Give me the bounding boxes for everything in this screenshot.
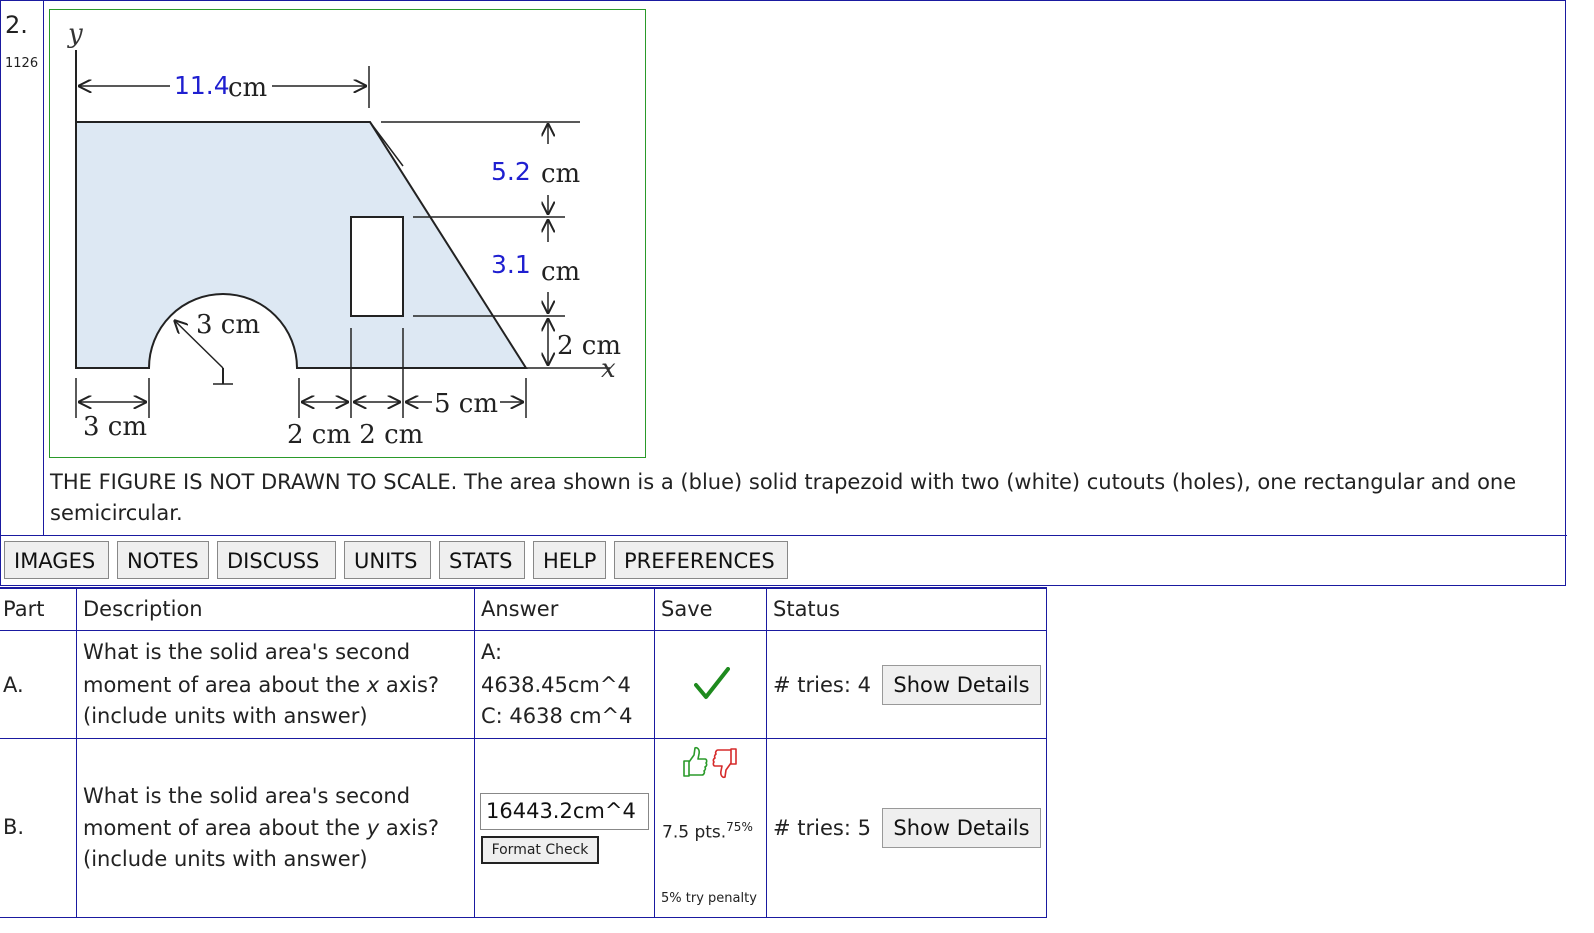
- thumbs-up-icon[interactable]: [678, 745, 708, 781]
- dim-5cm: 5 cm: [434, 389, 498, 419]
- header-description: Description: [83, 597, 203, 621]
- part-label-b: B.: [3, 815, 25, 839]
- check-icon: [694, 667, 730, 699]
- dim-2cm-right: 2 cm: [557, 331, 621, 361]
- header-part: Part: [3, 597, 45, 621]
- desc-a-line1: What is the solid area's second: [83, 640, 411, 664]
- dim-top-unit: cm: [228, 73, 267, 103]
- dim-left: 3 cm: [83, 412, 147, 442]
- question-number: 2.: [5, 11, 28, 39]
- notes-button[interactable]: NOTES: [117, 541, 209, 579]
- question-number-column: 2. 1126: [1, 1, 44, 536]
- problem-box: 2. 1126 y x 11.4 cm 5.2 cm 3.1 cm 2 cm 3…: [0, 0, 1567, 586]
- dim-52-value: 5.2: [491, 157, 531, 186]
- dim-31-value: 3.1: [491, 250, 531, 279]
- preferences-button[interactable]: PREFERENCES: [614, 541, 788, 579]
- dim-bottom-2cm-2cm: 2 cm 2 cm: [287, 420, 423, 450]
- tries-a: # tries: 4: [773, 673, 871, 697]
- desc-b-line1: What is the solid area's second: [83, 784, 411, 808]
- thumbs-down-icon[interactable]: [712, 745, 742, 781]
- units-button[interactable]: UNITS: [344, 541, 431, 579]
- stats-button[interactable]: STATS: [439, 541, 525, 579]
- desc-b-line2: moment of area about the y axis?: [83, 816, 440, 840]
- discuss-button[interactable]: DISCUSS: [217, 541, 336, 579]
- answer-a-correct: C: 4638 cm^4: [481, 704, 633, 728]
- y-axis-label: y: [67, 19, 83, 49]
- desc-a-line3: (include units with answer): [83, 704, 368, 728]
- images-button[interactable]: IMAGES: [4, 541, 109, 579]
- answers-table: Part Description Answer Save Status A. W…: [0, 587, 1047, 918]
- header-answer: Answer: [481, 597, 559, 621]
- problem-description: THE FIGURE IS NOT DRAWN TO SCALE. The ar…: [50, 470, 1517, 525]
- figure-frame: y x 11.4 cm 5.2 cm 3.1 cm 2 cm 3 cm 3 cm…: [49, 9, 646, 458]
- part-label-a: A.: [3, 673, 24, 697]
- trapezoid-figure: y x 11.4 cm 5.2 cm 3.1 cm 2 cm 3 cm 3 cm…: [67, 19, 621, 450]
- format-check-button[interactable]: Format Check: [481, 836, 599, 864]
- dim-52-unit: cm: [541, 159, 580, 189]
- tries-b: # tries: 5: [773, 816, 871, 840]
- desc-b-line3: (include units with answer): [83, 847, 368, 871]
- header-status: Status: [773, 597, 840, 621]
- dim-top-value: 11.4: [174, 71, 230, 100]
- desc-a-line2: moment of area about the x axis?: [83, 673, 440, 697]
- header-save: Save: [661, 597, 713, 621]
- question-id: 1126: [5, 56, 39, 71]
- answer-b-input[interactable]: 16443.2cm^4: [480, 793, 649, 830]
- points-text: 7.5 pts.75%: [662, 820, 753, 843]
- rectangle-cutout: [350, 216, 404, 317]
- try-penalty-text: 5% try penalty: [661, 891, 757, 906]
- answer-a-submitted: 4638.45cm^4: [481, 673, 631, 697]
- trapezoid-shape: [75, 121, 528, 369]
- answer-a-label: A:: [481, 640, 503, 664]
- show-details-a-button[interactable]: Show Details: [882, 665, 1041, 705]
- help-button[interactable]: HELP: [533, 541, 606, 579]
- show-details-b-button[interactable]: Show Details: [882, 808, 1041, 848]
- dim-radius: 3 cm: [196, 310, 260, 340]
- dim-31-unit: cm: [541, 257, 580, 287]
